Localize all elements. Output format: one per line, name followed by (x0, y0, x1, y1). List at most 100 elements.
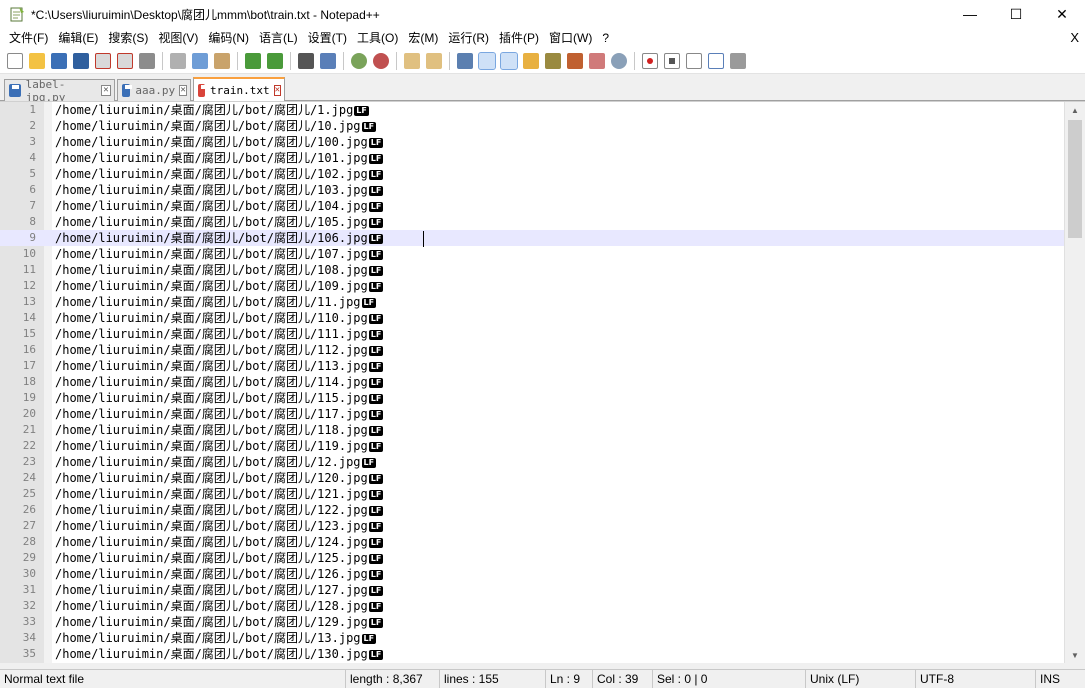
menu-help[interactable]: ? (597, 28, 614, 48)
vertical-scrollbar[interactable]: ▲ ▼ (1064, 102, 1085, 663)
udl-icon[interactable] (523, 52, 539, 69)
editor-line[interactable]: 29/home/liuruimin/桌面/腐团儿/bot/腐团儿/125.jpg… (0, 550, 1064, 566)
doc-map-icon[interactable] (545, 52, 561, 69)
editor-line[interactable]: 23/home/liuruimin/桌面/腐团儿/bot/腐团儿/12.jpg L… (0, 454, 1064, 470)
play-macro-icon[interactable] (686, 52, 702, 69)
tab-close-icon[interactable]: ✕ (179, 85, 187, 96)
editor-line[interactable]: 11/home/liuruimin/桌面/腐团儿/bot/腐团儿/108.jpg… (0, 262, 1064, 278)
replace-icon[interactable] (320, 52, 336, 69)
editor-line[interactable]: 1/home/liuruimin/桌面/腐团儿/bot/腐团儿/1.jpg LF (0, 102, 1064, 118)
menu-search[interactable]: 搜索(S) (103, 28, 153, 48)
copy-icon[interactable] (192, 52, 208, 69)
find-icon[interactable] (298, 52, 314, 69)
editor-line[interactable]: 34/home/liuruimin/桌面/腐团儿/bot/腐团儿/13.jpg L… (0, 630, 1064, 646)
text-editor[interactable]: 1/home/liuruimin/桌面/腐团儿/bot/腐团儿/1.jpg LF 2… (0, 101, 1085, 663)
indent-guide-icon[interactable] (500, 51, 518, 70)
scroll-up-arrow-icon[interactable]: ▲ (1065, 102, 1085, 119)
menu-tools[interactable]: 工具(O) (352, 28, 403, 48)
editor-line[interactable]: 25/home/liuruimin/桌面/腐团儿/bot/腐团儿/121.jpg… (0, 486, 1064, 502)
editor-line[interactable]: 16/home/liuruimin/桌面/腐团儿/bot/腐团儿/112.jpg… (0, 342, 1064, 358)
stop-macro-icon[interactable] (664, 52, 680, 69)
save-macro-icon[interactable] (730, 52, 746, 69)
status-column: Col : 39 (592, 670, 652, 688)
save-icon[interactable] (51, 52, 67, 69)
menu-window[interactable]: 窗口(W) (544, 28, 597, 48)
editor-line[interactable]: 35/home/liuruimin/桌面/腐团儿/bot/腐团儿/130.jpg… (0, 646, 1064, 662)
editor-line[interactable]: 33/home/liuruimin/桌面/腐团儿/bot/腐团儿/129.jpg… (0, 614, 1064, 630)
editor-line[interactable]: 28/home/liuruimin/桌面/腐团儿/bot/腐团儿/124.jpg… (0, 534, 1064, 550)
editor-line[interactable]: 31/home/liuruimin/桌面/腐团儿/bot/腐团儿/127.jpg… (0, 582, 1064, 598)
menu-run[interactable]: 运行(R) (443, 28, 494, 48)
open-icon[interactable] (29, 52, 45, 69)
editor-line[interactable]: 13/home/liuruimin/桌面/腐团儿/bot/腐团儿/11.jpg L… (0, 294, 1064, 310)
show-all-chars-icon[interactable] (478, 51, 496, 70)
scrollbar-thumb[interactable] (1068, 120, 1082, 238)
editor-line[interactable]: 32/home/liuruimin/桌面/腐团儿/bot/腐团儿/128.jpg… (0, 598, 1064, 614)
editor-line[interactable]: 8/home/liuruimin/桌面/腐团儿/bot/腐团儿/105.jpg L… (0, 214, 1064, 230)
zoom-out-icon[interactable] (373, 52, 389, 69)
editor-line[interactable]: 18/home/liuruimin/桌面/腐团儿/bot/腐团儿/114.jpg… (0, 374, 1064, 390)
editor-line[interactable]: 10/home/liuruimin/桌面/腐团儿/bot/腐团儿/107.jpg… (0, 246, 1064, 262)
zoom-in-icon[interactable] (351, 52, 367, 69)
status-eol-format[interactable]: Unix (LF) (805, 670, 915, 688)
editor-line[interactable]: 14/home/liuruimin/桌面/腐团儿/bot/腐团儿/110.jpg… (0, 310, 1064, 326)
folder-workspace-icon[interactable] (589, 52, 605, 69)
undo-icon[interactable] (245, 52, 261, 69)
menu-file[interactable]: 文件(F) (4, 28, 53, 48)
editor-line[interactable]: 3/home/liuruimin/桌面/腐团儿/bot/腐团儿/100.jpg L… (0, 134, 1064, 150)
monitoring-icon[interactable] (611, 52, 627, 69)
menu-macro[interactable]: 宏(M) (403, 28, 443, 48)
menu-view[interactable]: 视图(V) (153, 28, 203, 48)
editor-line[interactable]: 5/home/liuruimin/桌面/腐团儿/bot/腐团儿/102.jpg L… (0, 166, 1064, 182)
editor-line[interactable]: 20/home/liuruimin/桌面/腐团儿/bot/腐团儿/117.jpg… (0, 406, 1064, 422)
scroll-down-arrow-icon[interactable]: ▼ (1065, 647, 1085, 663)
function-list-icon[interactable] (567, 52, 583, 69)
editor-line[interactable]: 9/home/liuruimin/桌面/腐团儿/bot/腐团儿/106.jpg L… (0, 230, 1064, 246)
editor-line[interactable]: 15/home/liuruimin/桌面/腐团儿/bot/腐团儿/111.jpg… (0, 326, 1064, 342)
close-document-button[interactable]: X (1070, 28, 1079, 48)
tab-train-txt[interactable]: train.txt ✕ (193, 77, 285, 101)
new-icon[interactable] (7, 52, 23, 69)
editor-line[interactable]: 21/home/liuruimin/桌面/腐团儿/bot/腐团儿/118.jpg… (0, 422, 1064, 438)
cut-icon[interactable] (170, 52, 186, 69)
save-all-icon[interactable] (73, 52, 89, 69)
editor-line[interactable]: 19/home/liuruimin/桌面/腐团儿/bot/腐团儿/115.jpg… (0, 390, 1064, 406)
close-icon[interactable] (95, 52, 111, 69)
sync-horizontal-icon[interactable] (426, 52, 442, 69)
status-insert-mode[interactable]: INS (1035, 670, 1085, 688)
editor-line[interactable]: 26/home/liuruimin/桌面/腐团儿/bot/腐团儿/122.jpg… (0, 502, 1064, 518)
close-all-icon[interactable] (117, 52, 133, 69)
paste-icon[interactable] (214, 52, 230, 69)
tab-close-icon[interactable]: ✕ (100, 85, 111, 96)
record-macro-icon[interactable] (642, 52, 658, 69)
editor-line[interactable]: 17/home/liuruimin/桌面/腐团儿/bot/腐团儿/113.jpg… (0, 358, 1064, 374)
status-encoding[interactable]: UTF-8 (915, 670, 1035, 688)
tab-aaa-py[interactable]: aaa.py ✕ (117, 79, 191, 101)
editor-line[interactable]: 12/home/liuruimin/桌面/腐团儿/bot/腐团儿/109.jpg… (0, 278, 1064, 294)
word-wrap-icon[interactable] (457, 52, 473, 69)
editor-line[interactable]: 4/home/liuruimin/桌面/腐团儿/bot/腐团儿/101.jpg L… (0, 150, 1064, 166)
menu-plugins[interactable]: 插件(P) (494, 28, 544, 48)
editor-line[interactable]: 7/home/liuruimin/桌面/腐团儿/bot/腐团儿/104.jpg L… (0, 198, 1064, 214)
line-content: /home/liuruimin/桌面/腐团儿/bot/腐团儿/127.jpg (55, 583, 368, 597)
sync-vertical-icon[interactable] (404, 52, 420, 69)
tab-close-icon[interactable]: ✕ (273, 84, 281, 96)
editor-line[interactable]: 6/home/liuruimin/桌面/腐团儿/bot/腐团儿/103.jpg L… (0, 182, 1064, 198)
editor-line[interactable]: 27/home/liuruimin/桌面/腐团儿/bot/腐团儿/123.jpg… (0, 518, 1064, 534)
redo-icon[interactable] (267, 52, 283, 69)
editor-line[interactable]: 2/home/liuruimin/桌面/腐团儿/bot/腐团儿/10.jpg LF (0, 118, 1064, 134)
run-macro-multiple-icon[interactable] (708, 52, 724, 69)
close-window-button[interactable]: ✕ (1039, 0, 1085, 28)
menu-edit[interactable]: 编辑(E) (53, 28, 103, 48)
tab-label-jpg-py[interactable]: label-jpg.py ✕ (4, 78, 115, 104)
minimize-button[interactable]: — (947, 0, 993, 28)
menu-settings[interactable]: 设置(T) (303, 28, 352, 48)
menu-encoding[interactable]: 编码(N) (203, 28, 254, 48)
menu-language[interactable]: 语言(L) (254, 28, 303, 48)
print-icon[interactable] (139, 52, 155, 69)
editor-line[interactable]: 24/home/liuruimin/桌面/腐团儿/bot/腐团儿/120.jpg… (0, 470, 1064, 486)
title-bar: *C:\Users\liuruimin\Desktop\腐团儿mmm\bot\t… (0, 0, 1085, 28)
editor-line[interactable]: 30/home/liuruimin/桌面/腐团儿/bot/腐团儿/126.jpg… (0, 566, 1064, 582)
maximize-button[interactable]: ☐ (993, 0, 1039, 28)
editor-line[interactable]: 22/home/liuruimin/桌面/腐团儿/bot/腐团儿/119.jpg… (0, 438, 1064, 454)
